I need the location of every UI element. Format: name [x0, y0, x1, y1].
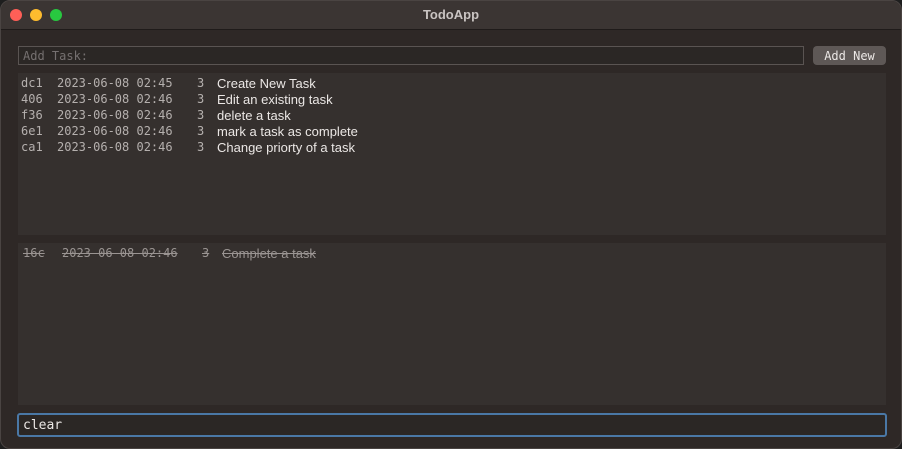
task-priority: 3 — [197, 124, 205, 138]
task-date: 2023-06-08 02:46 — [57, 108, 173, 122]
task-id: dc1 — [21, 76, 43, 90]
window-title: TodoApp — [422, 7, 480, 22]
command-input[interactable] — [17, 413, 887, 437]
completed-task-list[interactable]: 16c 2023-06-08 02:46 3 Complete a task — [18, 243, 886, 405]
task-id: 406 — [21, 92, 43, 106]
title-bar: TodoApp — [1, 1, 901, 30]
app-window: TodoApp Add New dc1 2023-06-08 02:45 3 C… — [0, 0, 902, 449]
task-priority: 3 — [197, 108, 205, 122]
task-priority: 3 — [197, 92, 205, 106]
task-row[interactable]: 6e1 2023-06-08 02:46 3 mark a task as co… — [18, 123, 886, 139]
task-row[interactable]: 406 2023-06-08 02:46 3 Edit an existing … — [18, 91, 886, 107]
task-id: 16c — [23, 246, 45, 260]
task-date: 2023-06-08 02:46 — [57, 124, 173, 138]
add-task-input[interactable] — [18, 46, 804, 65]
task-name: Create New Task — [217, 76, 316, 91]
task-row[interactable]: dc1 2023-06-08 02:45 3 Create New Task — [18, 75, 886, 91]
task-name: Edit an existing task — [217, 92, 333, 107]
add-new-button[interactable]: Add New — [813, 46, 886, 65]
task-priority: 3 — [197, 76, 205, 90]
task-name: Change priorty of a task — [217, 140, 356, 155]
task-id: ca1 — [21, 140, 43, 154]
task-name: delete a task — [217, 108, 291, 123]
task-id: 6e1 — [21, 124, 43, 138]
task-name: Complete a task — [222, 246, 316, 261]
task-name: mark a task as complete — [217, 124, 358, 139]
active-task-list[interactable]: dc1 2023-06-08 02:45 3 Create New Task 4… — [18, 73, 886, 235]
task-date: 2023-06-08 02:46 — [57, 92, 173, 106]
task-id: f36 — [21, 108, 43, 122]
task-priority: 3 — [197, 140, 205, 154]
task-date: 2023-06-08 02:45 — [57, 76, 173, 90]
task-priority: 3 — [202, 246, 210, 260]
task-row[interactable]: ca1 2023-06-08 02:46 3 Change priorty of… — [18, 139, 886, 155]
task-row[interactable]: f36 2023-06-08 02:46 3 delete a task — [18, 107, 886, 123]
task-date: 2023-06-08 02:46 — [57, 140, 173, 154]
completed-task-row[interactable]: 16c 2023-06-08 02:46 3 Complete a task — [18, 245, 886, 261]
task-date: 2023-06-08 02:46 — [62, 246, 178, 260]
